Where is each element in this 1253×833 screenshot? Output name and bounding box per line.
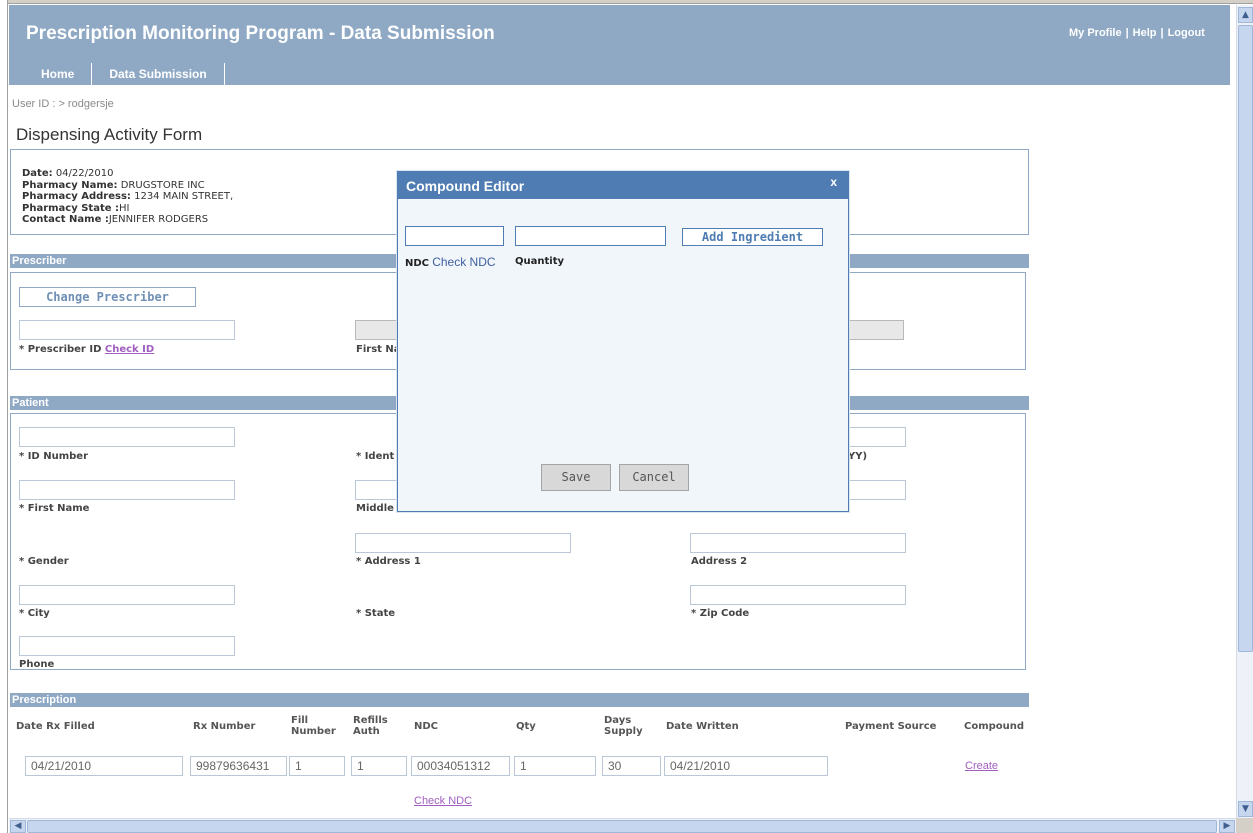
patient-address1-label: * Address 1 <box>356 556 421 567</box>
scroll-down-icon[interactable]: ▼ <box>1238 801 1253 817</box>
page-title: Dispensing Activity Form <box>16 125 203 144</box>
prescriber-id-input[interactable] <box>19 320 235 340</box>
pharmacy-address-value: 1234 MAIN STREET, <box>134 191 234 202</box>
date-written-input[interactable]: 04/21/2010 <box>664 756 828 776</box>
col-ndc: NDC <box>414 721 439 732</box>
prescriber-first-name-input[interactable] <box>355 320 399 340</box>
cancel-button[interactable]: Cancel <box>619 464 689 491</box>
date-label: Date: <box>22 168 53 179</box>
patient-city-label: * City <box>19 608 50 619</box>
patient-middle-name-input[interactable] <box>355 480 399 500</box>
check-id-link[interactable]: Check ID <box>105 344 154 355</box>
date-value: 04/22/2010 <box>55 168 114 179</box>
qty-input[interactable]: 1 <box>514 756 596 776</box>
patient-zip-label: * Zip Code <box>691 608 750 619</box>
ndc-label-row: NDC Check NDC <box>405 255 496 269</box>
top-links: My Profile | Help | Logout <box>1069 27 1205 39</box>
patient-phone-input[interactable] <box>19 636 235 656</box>
col-date-rx-filled: Date Rx Filled <box>16 721 95 732</box>
refills-auth-input[interactable]: 1 <box>351 756 407 776</box>
help-link[interactable]: Help <box>1133 27 1157 39</box>
patient-middle-name-label: Middle <box>356 503 394 514</box>
pharmacy-address-label: Pharmacy Address: <box>22 191 131 202</box>
col-refills-auth: Refills Auth <box>353 715 388 737</box>
patient-first-name-input[interactable] <box>19 480 235 500</box>
patient-id-number-label: * ID Number <box>19 451 88 462</box>
patient-state-label: * State <box>356 608 396 619</box>
vertical-scrollbar[interactable]: ▲ ▼ <box>1236 5 1253 818</box>
prescriber-last-name-input[interactable] <box>848 320 904 340</box>
prescriber-id-label: * Prescriber ID Check ID <box>19 344 154 355</box>
main-nav: Home Data Submission <box>26 63 225 87</box>
save-button[interactable]: Save <box>541 464 611 491</box>
horizontal-scrollbar[interactable]: ◀ ▶ <box>9 818 1236 833</box>
compound-editor-dialog: Compound Editor x Add Ingredient NDC Che… <box>397 171 849 512</box>
my-profile-link[interactable]: My Profile <box>1069 27 1122 39</box>
patient-dob-input[interactable] <box>848 427 906 447</box>
nav-home[interactable]: Home <box>26 63 93 87</box>
pharmacy-state-value: HI <box>119 202 130 214</box>
close-icon[interactable]: x <box>830 175 837 189</box>
prescriber-id-label-text: * Prescriber ID <box>19 344 102 355</box>
link-separator: | <box>1125 27 1129 39</box>
fill-number-input[interactable]: 1 <box>289 756 345 776</box>
compound-quantity-input[interactable] <box>515 226 666 246</box>
patient-address2-input[interactable] <box>690 533 906 553</box>
horizontal-scroll-thumb[interactable] <box>27 820 1217 833</box>
prescription-section-header: Prescription <box>10 693 1029 707</box>
patient-address2-label: Address 2 <box>691 556 748 567</box>
link-separator: | <box>1160 27 1164 39</box>
pharmacy-state-label: Pharmacy State : <box>22 202 119 214</box>
add-ingredient-button[interactable]: Add Ingredient <box>682 228 823 246</box>
scrollbar-corner <box>1236 818 1253 833</box>
dialog-title: Compound Editor <box>406 178 525 194</box>
check-ndc-link[interactable]: Check NDC <box>414 795 472 807</box>
app-header: Prescription Monitoring Program - Data S… <box>9 5 1230 87</box>
col-fill-number: Fill Number <box>291 715 336 737</box>
patient-phone-label: Phone <box>19 659 55 670</box>
prescriber-first-name-label: First Na <box>356 344 401 355</box>
days-supply-input[interactable]: 30 <box>602 756 661 776</box>
col-qty: Qty <box>516 721 536 732</box>
patient-zip-input[interactable] <box>690 585 906 605</box>
col-date-written: Date Written <box>666 721 739 732</box>
ndc-input[interactable]: 00034051312 <box>411 756 510 776</box>
compound-ndc-input[interactable] <box>405 226 504 246</box>
ndc-label: NDC <box>405 258 430 269</box>
nav-data-submission[interactable]: Data Submission <box>92 63 225 87</box>
quantity-label: Quantity <box>515 256 564 267</box>
patient-id-number-input[interactable] <box>19 427 235 447</box>
patient-last-name-input[interactable] <box>848 480 906 500</box>
pharmacy-name-value: DRUGSTORE INC <box>120 179 205 191</box>
create-compound-link[interactable]: Create <box>965 760 998 772</box>
patient-identifier-label: * Ident <box>356 451 395 462</box>
col-days-supply: Days Supply <box>604 715 643 737</box>
change-prescriber-button[interactable]: Change Prescriber <box>19 287 196 307</box>
col-compound: Compound <box>964 721 1025 732</box>
scroll-left-icon[interactable]: ◀ <box>10 820 26 833</box>
dialog-check-ndc-link[interactable]: Check NDC <box>432 255 495 269</box>
patient-dob-label: YY) <box>848 451 868 462</box>
scroll-right-icon[interactable]: ▶ <box>1219 820 1235 833</box>
window-left-border <box>0 0 8 833</box>
rx-number-input[interactable]: 99879636431 <box>190 756 287 776</box>
patient-first-name-label: * First Name <box>19 503 90 514</box>
contact-name-value: JENNIFER RODGERS <box>108 214 209 225</box>
dialog-header: Compound Editor x <box>398 172 848 199</box>
patient-address1-input[interactable] <box>355 533 571 553</box>
window-top-border <box>0 0 1253 4</box>
vertical-scroll-thumb[interactable] <box>1238 25 1253 652</box>
patient-city-input[interactable] <box>19 585 235 605</box>
logout-link[interactable]: Logout <box>1168 27 1205 39</box>
contact-name-label: Contact Name : <box>22 214 109 225</box>
patient-gender-label: * Gender <box>19 556 69 567</box>
app-title: Prescription Monitoring Program - Data S… <box>26 23 495 44</box>
col-rx-number: Rx Number <box>193 721 256 732</box>
col-payment-source: Payment Source <box>845 721 937 732</box>
date-rx-filled-input[interactable]: 04/21/2010 <box>25 756 183 776</box>
scroll-up-icon[interactable]: ▲ <box>1238 7 1253 23</box>
pharmacy-name-label: Pharmacy Name: <box>22 179 118 191</box>
user-id: User ID : > rodgersje <box>12 98 114 110</box>
